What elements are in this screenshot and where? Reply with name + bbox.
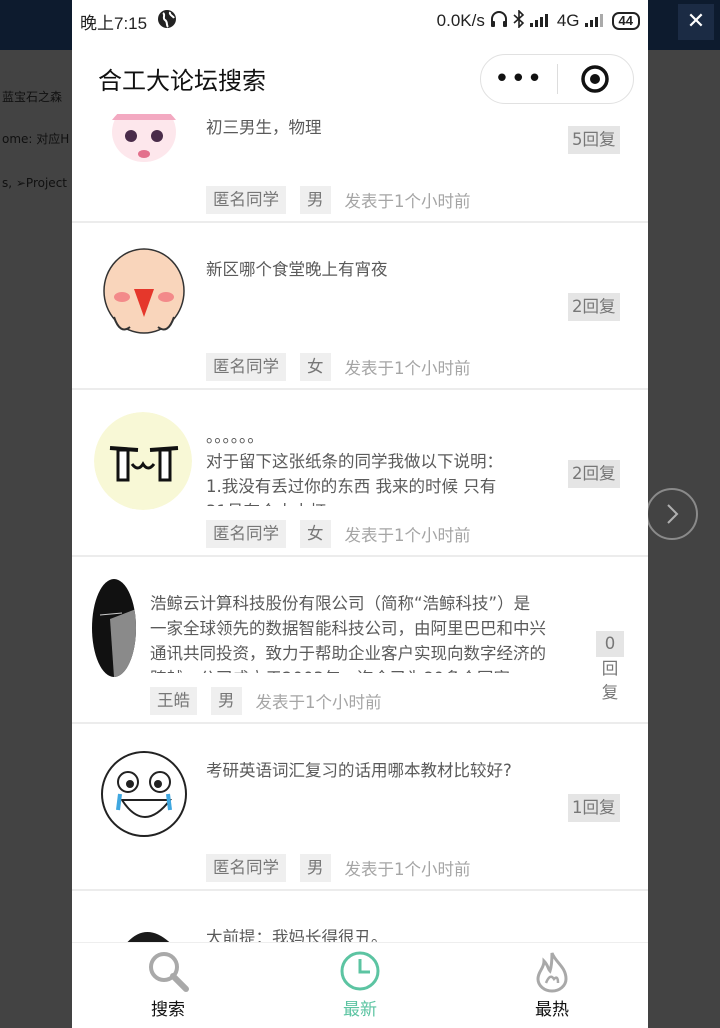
post-item[interactable]: 。。。。。。 对于留下这张纸条的同学我做以下说明： 1.我没有丢过你的东西 我来… bbox=[72, 390, 648, 557]
globe-icon bbox=[157, 9, 177, 34]
network-speed: 0.0K/s bbox=[436, 11, 485, 30]
post-meta: 匿名同学 女 发表于1个小时前 bbox=[206, 353, 471, 381]
bg-text-1: 蓝宝石之森 bbox=[2, 90, 63, 104]
dark-photo-avatar-icon bbox=[92, 579, 136, 677]
post-time: 发表于1个小时前 bbox=[255, 693, 382, 712]
more-menu-button[interactable]: ••• bbox=[481, 66, 557, 92]
page-title: 合工大论坛搜索 bbox=[98, 66, 266, 95]
reply-char: 回 bbox=[601, 659, 619, 678]
crying-face-avatar-icon bbox=[94, 412, 192, 510]
signal-icon bbox=[529, 11, 552, 32]
post-item[interactable]: 浩鲸云计算科技股份有限公司（简称“浩鲸科技”）是一家全球领先的数据智能科技公司，… bbox=[72, 557, 648, 724]
post-time: 发表于1个小时前 bbox=[344, 192, 471, 211]
tab-label: 搜索 bbox=[151, 1000, 185, 1020]
tab-bar: 搜索 最新 最热 bbox=[72, 942, 648, 1028]
post-feed[interactable]: 许合行车) 初三男生，物理 5回复 匿名同学 男 发表于1个小时前 新区哪个食堂… bbox=[72, 114, 648, 942]
reply-count: 1回复 bbox=[568, 794, 620, 822]
gender-tag: 男 bbox=[300, 186, 331, 214]
tab-hot[interactable]: 最热 bbox=[456, 943, 648, 1028]
nav-bar: 合工大论坛搜索 ••• bbox=[72, 42, 648, 114]
phone-screen: 晚上7:15 0.0K/s 4G 44 合工大论坛搜索 ••• 初三男生，物理 … bbox=[72, 0, 648, 1028]
bg-text-2: ome: 对应Ho bbox=[2, 132, 70, 146]
clock-icon bbox=[340, 951, 380, 991]
post-time: 发表于1个小时前 bbox=[344, 526, 471, 545]
gender-tag: 男 bbox=[300, 854, 331, 882]
post-item[interactable]: 大前提：我妈长得很丑。 小前提：我长得很帅。 结论：我不是我妈生的 bbox=[72, 891, 648, 942]
cute-girl-avatar-icon bbox=[98, 114, 190, 172]
gender-tag: 女 bbox=[300, 353, 331, 381]
gender-tag: 男 bbox=[211, 687, 242, 715]
signal-icon-2 bbox=[584, 11, 607, 32]
post-time: 发表于1个小时前 bbox=[344, 359, 471, 378]
reply-number: 0 bbox=[596, 631, 624, 657]
next-arrow-button[interactable] bbox=[646, 488, 698, 540]
post-time: 发表于1个小时前 bbox=[344, 860, 471, 879]
tab-search[interactable]: 搜索 bbox=[72, 943, 264, 1028]
bg-text-3: s, ➢Project bbox=[2, 176, 67, 190]
post-content: 许合行车) 初三男生，物理 bbox=[206, 118, 322, 137]
post-content: 新区哪个食堂晚上有宵夜 bbox=[206, 260, 388, 279]
search-icon bbox=[149, 952, 189, 992]
author-tag: 匿名同学 bbox=[206, 186, 286, 214]
author-tag: 匿名同学 bbox=[206, 353, 286, 381]
mini-program-capsule: ••• bbox=[480, 54, 634, 104]
author-tag: 王皓 bbox=[150, 687, 197, 715]
headphones-icon bbox=[490, 10, 508, 33]
post-content: 考研英语词汇复习的话用哪本教材比较好? bbox=[206, 761, 512, 780]
post-meta: 匿名同学 男 发表于1个小时前 bbox=[206, 186, 471, 214]
reply-count: 0 回 复 bbox=[596, 629, 624, 705]
reply-char: 复 bbox=[601, 683, 619, 702]
post-meta: 匿名同学 女 发表于1个小时前 bbox=[206, 520, 471, 548]
shy-face-avatar-icon bbox=[98, 247, 190, 339]
post-meta: 匿名同学 男 发表于1个小时前 bbox=[206, 854, 471, 882]
post-content: 大前提：我妈长得很丑。 小前提：我长得很帅。 结论：我不是我妈生的 bbox=[206, 928, 388, 942]
tab-latest[interactable]: 最新 bbox=[264, 943, 456, 1028]
reply-count: 2回复 bbox=[568, 293, 620, 321]
post-item[interactable]: 新区哪个食堂晚上有宵夜 2回复 匿名同学 女 发表于1个小时前 bbox=[72, 223, 648, 390]
status-time: 晚上7:15 bbox=[80, 13, 148, 33]
status-bar: 晚上7:15 0.0K/s 4G 44 bbox=[72, 0, 648, 42]
tab-label: 最新 bbox=[343, 1000, 377, 1020]
post-content: 浩鲸云计算科技股份有限公司（简称“浩鲸科技”）是一家全球领先的数据智能科技公司，… bbox=[150, 594, 546, 673]
post-item[interactable]: 考研英语词汇复习的话用哪本教材比较好? 1回复 匿名同学 男 发表于1个小时前 bbox=[72, 724, 648, 891]
gender-tag: 女 bbox=[300, 520, 331, 548]
close-icon[interactable]: ✕ bbox=[678, 4, 714, 40]
post-content: 。。。。。。 对于留下这张纸条的同学我做以下说明： 1.我没有丢过你的东西 我来… bbox=[206, 427, 503, 506]
reply-count: 2回复 bbox=[568, 460, 620, 488]
comic-avatar-icon bbox=[98, 915, 190, 942]
post-item[interactable]: 许合行车) 初三男生，物理 5回复 匿名同学 男 发表于1个小时前 bbox=[72, 114, 648, 223]
fire-icon bbox=[536, 952, 568, 993]
bluetooth-icon bbox=[513, 8, 525, 33]
post-meta: 王皓 男 发表于1个小时前 bbox=[150, 687, 382, 715]
author-tag: 匿名同学 bbox=[206, 520, 286, 548]
close-target-button[interactable] bbox=[558, 64, 634, 94]
rage-face-avatar-icon bbox=[98, 748, 190, 840]
desktop-left-panel: 蓝宝石之森 ome: 对应Ho s, ➢Project bbox=[0, 50, 72, 1028]
battery-indicator: 44 bbox=[611, 12, 640, 30]
tab-label: 最热 bbox=[535, 1000, 569, 1020]
author-tag: 匿名同学 bbox=[206, 854, 286, 882]
desktop-right-panel bbox=[648, 50, 720, 1028]
network-type: 4G bbox=[556, 11, 580, 30]
reply-count: 5回复 bbox=[568, 126, 620, 154]
